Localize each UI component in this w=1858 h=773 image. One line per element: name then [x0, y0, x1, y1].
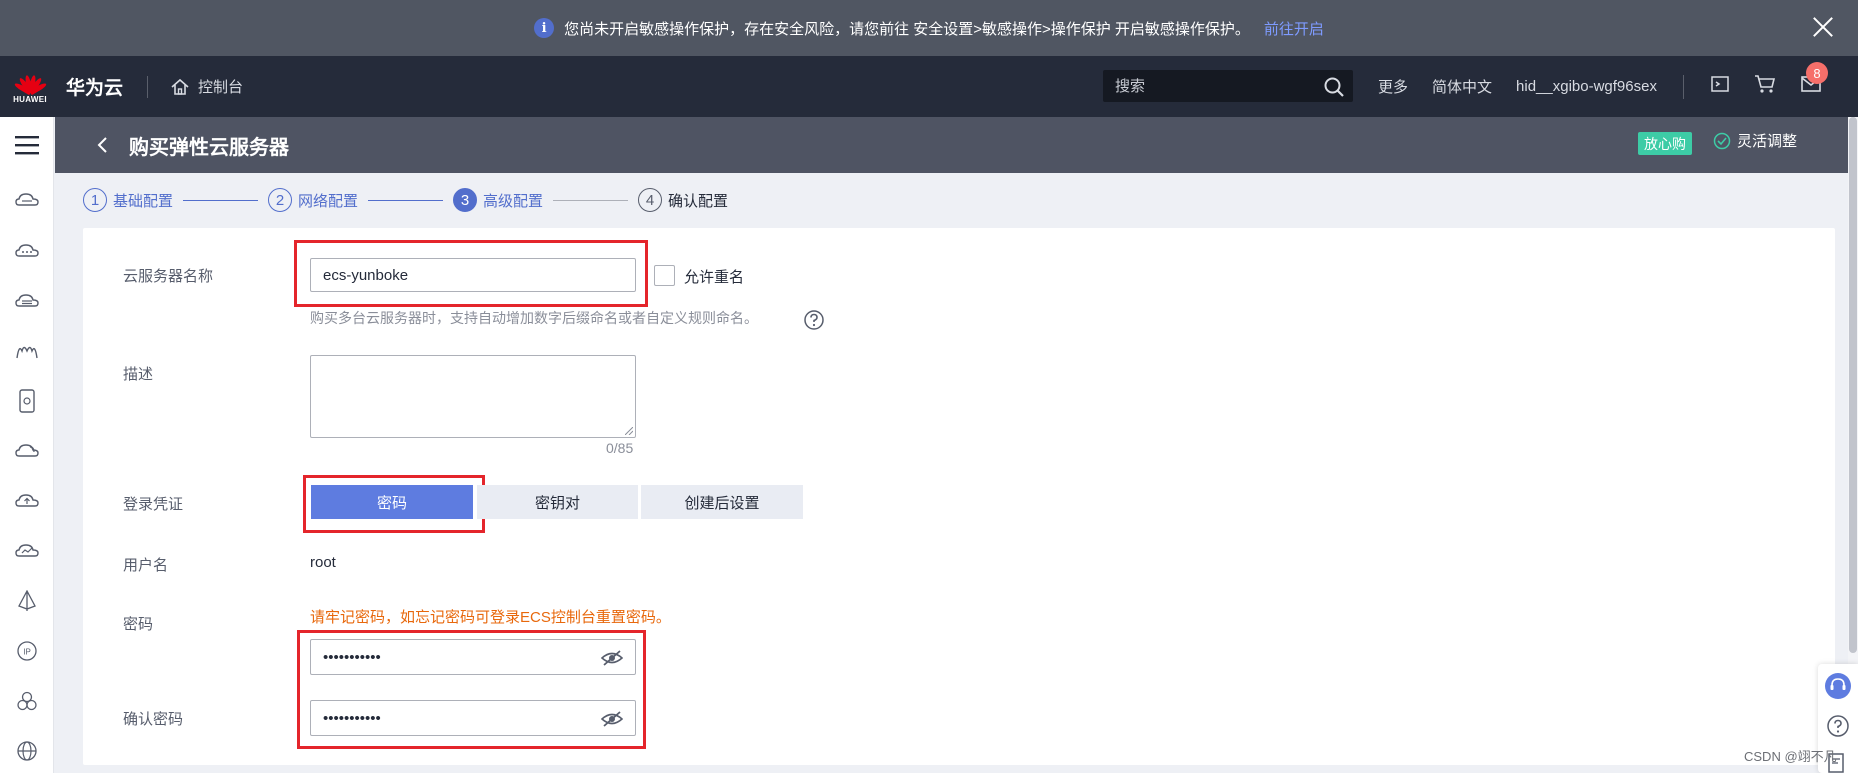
svg-text:IP: IP [23, 648, 31, 657]
console-link[interactable]: 控制台 [170, 76, 243, 97]
description-label: 描述 [123, 366, 154, 383]
enable-protection-link[interactable]: 前往开启 [1264, 18, 1324, 39]
device-icon[interactable] [11, 385, 43, 417]
header-links: 更多 简体中文 hid__xgibo-wgf96sex [1378, 56, 1710, 117]
step-network-config[interactable]: 2 网络配置 [268, 188, 358, 212]
menu-icon[interactable] [11, 129, 43, 161]
server-name-hint: 购买多台云服务器时，支持自动增加数字后缀命名或者自定义规则命名。 [310, 310, 758, 326]
password-warning: 请牢记密码，如忘记密码可登录ECS控制台重置密码。 [310, 609, 671, 626]
confirm-password-mask: ••••••••••• [323, 710, 381, 727]
customer-service-icon[interactable] [1825, 672, 1851, 699]
password-mask: ••••••••••• [323, 649, 381, 666]
notice-text: 您尚未开启敏感操作保护，存在安全风险，请您前往 安全设置>敏感操作>操作保护 开… [564, 20, 1250, 38]
brand-name[interactable]: 华为云 [66, 73, 123, 100]
server-name-label: 云服务器名称 [123, 268, 214, 285]
eye-off-icon[interactable] [601, 710, 623, 728]
cdn-icon[interactable] [11, 585, 43, 617]
close-icon[interactable] [1810, 14, 1836, 40]
search-box [1103, 70, 1353, 102]
password-label: 密码 [123, 616, 154, 633]
search-input[interactable] [1115, 77, 1315, 95]
scrollbar-thumb[interactable] [1849, 117, 1857, 653]
network-icon[interactable] [11, 335, 43, 367]
eye-off-icon[interactable] [601, 649, 623, 667]
cluster-icon[interactable] [11, 685, 43, 717]
allow-duplicate-name-checkbox[interactable] [654, 265, 675, 286]
step-number: 3 [453, 188, 478, 212]
home-icon [171, 78, 189, 95]
page-title: 购买弹性云服务器 [129, 136, 289, 159]
logo-mark [13, 69, 48, 96]
server-name-input[interactable]: ecs-yunboke [310, 258, 636, 292]
page-title-bar: 购买弹性云服务器 放心购 灵活调整 [55, 117, 1850, 173]
step-connector [553, 199, 629, 201]
server-name-value: ecs-yunboke [323, 266, 409, 284]
console-label: 控制台 [198, 79, 244, 96]
flex-adjust-label: 灵活调整 [1737, 133, 1798, 150]
description-textarea[interactable] [310, 355, 636, 438]
step-confirm-config: 4 确认配置 [638, 188, 728, 212]
cloud-service-icon[interactable] [11, 235, 43, 267]
terminal-icon[interactable] [1710, 74, 1730, 94]
confirm-password-input[interactable]: ••••••••••• [310, 700, 636, 736]
resize-handle-icon[interactable] [625, 427, 633, 435]
step-progress: 1 基础配置 2 网络配置 3 高级配置 4 确认配置 [83, 185, 728, 215]
password-input[interactable]: ••••••••••• [310, 639, 636, 675]
help-question-icon[interactable] [1826, 714, 1850, 738]
top-header: HUAWEI 华为云 控制台 更多 简体中文 hid__xgibo-wgf96s… [0, 56, 1858, 117]
user-account-menu[interactable]: hid__xgibo-wgf96sex [1516, 78, 1657, 95]
confirm-password-label: 确认密码 [123, 711, 184, 728]
language-switch[interactable]: 简体中文 [1432, 76, 1492, 97]
description-char-counter: 0/85 [606, 440, 634, 456]
back-button[interactable] [83, 125, 123, 165]
step-label: 高级配置 [483, 192, 544, 210]
step-label: 确认配置 [668, 192, 729, 210]
step-basic-config[interactable]: 1 基础配置 [83, 188, 173, 212]
login-option-set-later[interactable]: 创建后设置 [641, 485, 803, 519]
username-value: root [310, 554, 336, 571]
huawei-logo[interactable]: HUAWEI [0, 56, 60, 117]
cloud-monitor-icon[interactable] [11, 535, 43, 567]
flex-adjust-link[interactable]: 灵活调整 [1713, 130, 1797, 151]
step-label: 网络配置 [298, 192, 359, 210]
step-number: 4 [638, 188, 663, 212]
step-number: 1 [83, 188, 107, 212]
cloud-upload-icon[interactable] [11, 485, 43, 517]
step-connector [183, 199, 259, 201]
allow-duplicate-name-label: 允许重名 [684, 269, 745, 286]
ecs-icon[interactable] [11, 185, 43, 217]
eip-icon[interactable]: IP [11, 635, 43, 667]
header-divider [1682, 74, 1684, 99]
username-label: 用户名 [123, 557, 169, 574]
step-advanced-config: 3 高级配置 [453, 188, 543, 212]
login-credential-label: 登录凭证 [123, 496, 184, 513]
watermark: CSDN @翊不凡 [1744, 749, 1837, 764]
step-connector [368, 199, 444, 201]
header-divider [147, 75, 149, 98]
reassurance-badge[interactable]: 放心购 [1638, 132, 1692, 155]
check-circle-icon [1713, 132, 1731, 149]
message-count-badge: 8 [1806, 62, 1828, 84]
logo-text: HUAWEI [13, 95, 47, 104]
security-notice-bar: i 您尚未开启敏感操作保护，存在安全风险，请您前往 安全设置>敏感操作>操作保护… [0, 0, 1858, 56]
step-label: 基础配置 [113, 192, 174, 210]
login-option-keypair[interactable]: 密钥对 [477, 485, 638, 519]
left-sidebar: IP [0, 117, 54, 773]
help-icon[interactable] [803, 309, 825, 331]
storage-icon[interactable] [11, 285, 43, 317]
search-icon[interactable] [1323, 76, 1345, 98]
info-icon: i [534, 18, 555, 38]
cart-icon[interactable] [1754, 74, 1776, 94]
global-icon[interactable] [11, 735, 43, 767]
chevron-left-icon [97, 137, 107, 153]
more-menu[interactable]: 更多 [1378, 76, 1408, 97]
login-option-password[interactable]: 密码 [311, 485, 473, 519]
cloud-sync-icon[interactable] [11, 435, 43, 467]
step-number: 2 [268, 188, 293, 212]
